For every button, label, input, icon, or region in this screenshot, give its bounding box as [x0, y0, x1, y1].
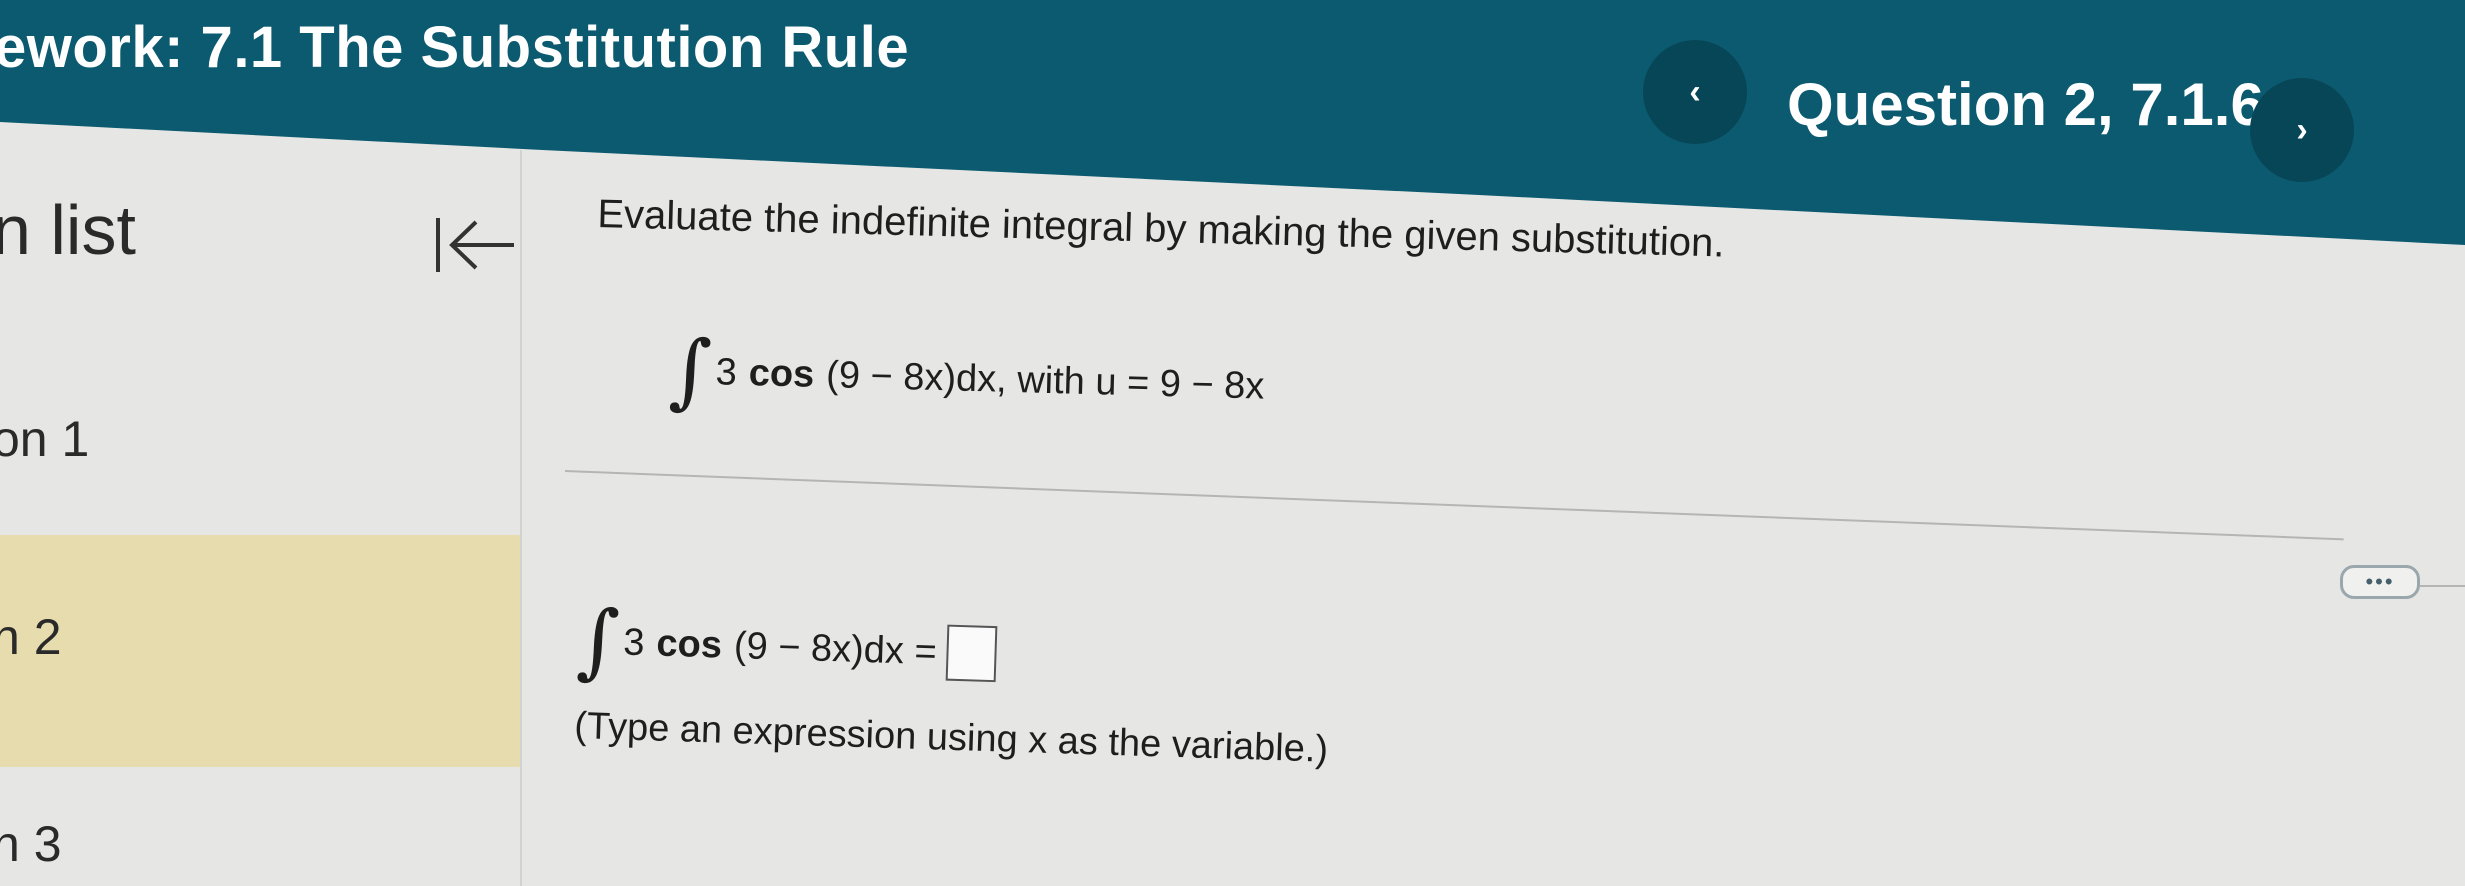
integral-symbol: ∫	[575, 593, 621, 690]
question-content: Evaluate the indefinite integral by maki…	[0, 0, 2465, 886]
answer-row: ∫ 3 cos (9 − 8x)dx =	[575, 593, 998, 695]
answer-argument: (9 − 8x)dx =	[733, 624, 938, 673]
answer-hint: (Type an expression using x as the varia…	[573, 705, 1329, 771]
function-name: cos	[748, 351, 815, 396]
coefficient: 3	[622, 620, 646, 664]
show-more-button[interactable]: •••	[2340, 565, 2420, 599]
problem-statement: ∫ 3 cos (9 − 8x)dx, with u = 9 − 8x	[667, 323, 1266, 428]
integral-symbol: ∫	[667, 323, 713, 420]
function-name: cos	[655, 621, 723, 667]
answer-input[interactable]	[945, 624, 998, 683]
section-divider-tail	[2420, 585, 2465, 587]
coefficient: 3	[715, 350, 738, 394]
section-divider	[564, 470, 2344, 541]
problem-argument: (9 − 8x)dx, with u = 9 − 8x	[825, 353, 1265, 408]
question-instruction: Evaluate the indefinite integral by maki…	[596, 192, 1725, 266]
